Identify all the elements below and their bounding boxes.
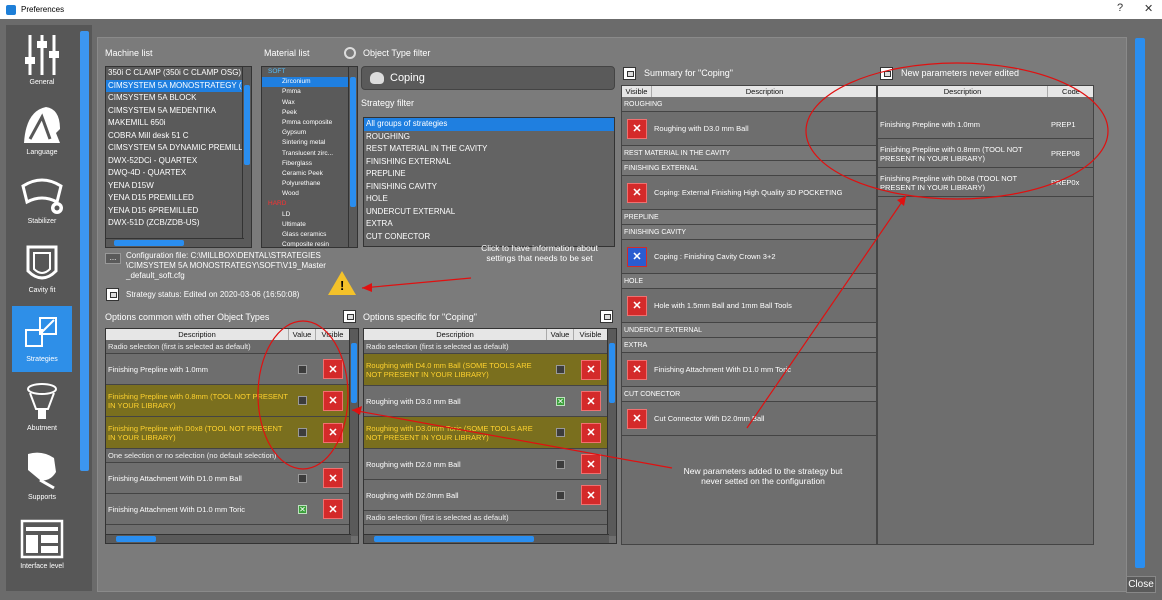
annotation-overlay <box>257 62 1109 470</box>
annotation-ellipse <box>257 320 349 470</box>
annotation-ellipse <box>805 62 1109 200</box>
annotation-arrow <box>361 277 472 289</box>
close-button[interactable]: Close <box>1126 576 1156 593</box>
annotation-arrow <box>746 195 907 429</box>
annotation-arrow <box>351 409 673 469</box>
